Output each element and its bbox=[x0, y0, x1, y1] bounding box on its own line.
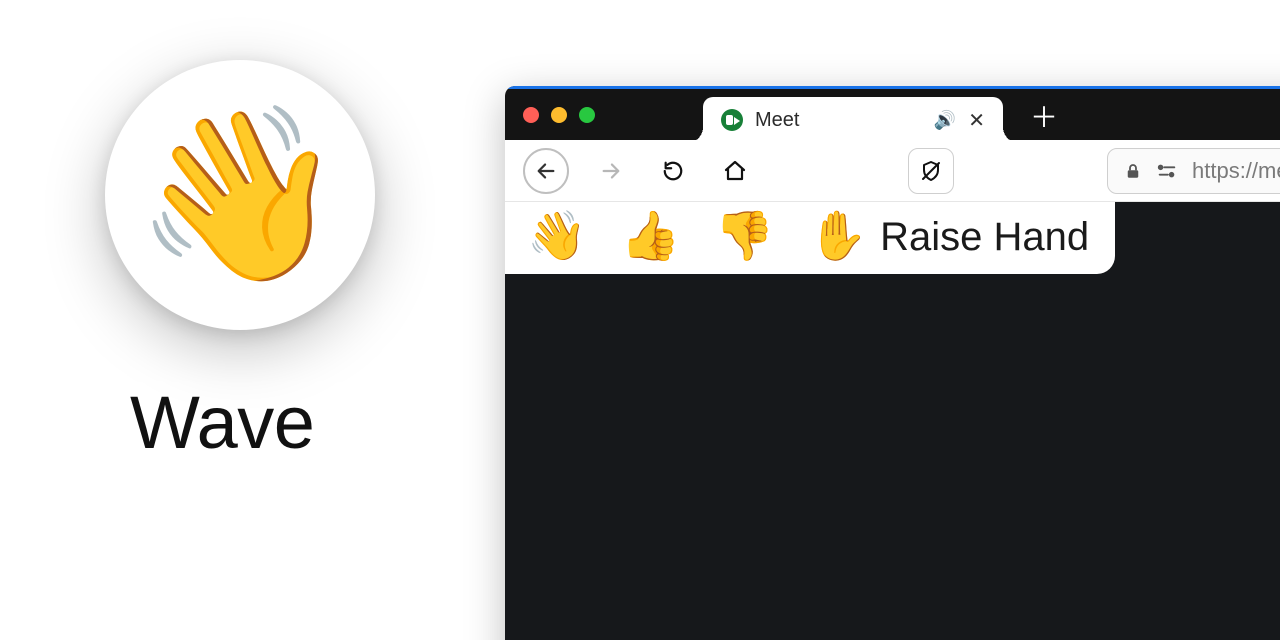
home-icon bbox=[723, 159, 747, 183]
permissions-icon bbox=[1156, 162, 1178, 180]
tab-title: Meet bbox=[755, 109, 922, 132]
wave-emoji-icon: 👋 bbox=[134, 110, 346, 280]
raise-hand-label: Raise Hand bbox=[880, 215, 1089, 260]
tracking-protection-button[interactable] bbox=[908, 148, 954, 194]
tab-strip: Meet 🔊 ✕ ＋ bbox=[505, 86, 1280, 140]
new-tab-button[interactable]: ＋ bbox=[1021, 89, 1067, 143]
lock-icon bbox=[1124, 162, 1142, 180]
reaction-toolbar: 👋 👍 👎 ✋ Raise Hand bbox=[505, 202, 1115, 274]
minimize-window-button[interactable] bbox=[551, 107, 567, 123]
arrow-right-icon bbox=[600, 160, 622, 182]
tab-close-icon[interactable]: ✕ bbox=[968, 108, 985, 133]
browser-window: Meet 🔊 ✕ ＋ bbox=[505, 86, 1280, 640]
wave-reaction-button[interactable]: 👋 bbox=[527, 213, 587, 261]
close-window-button[interactable] bbox=[523, 107, 539, 123]
url-text: https://meet bbox=[1192, 158, 1280, 184]
back-button[interactable] bbox=[523, 148, 569, 194]
raise-hand-button[interactable]: ✋ Raise Hand bbox=[808, 213, 1089, 261]
arrow-left-icon bbox=[535, 160, 557, 182]
app-logo-circle: 👋 bbox=[105, 60, 375, 330]
reload-button[interactable] bbox=[653, 151, 693, 191]
url-bar[interactable]: https://meet bbox=[1107, 148, 1280, 194]
navigation-bar: https://meet bbox=[505, 140, 1280, 202]
home-button[interactable] bbox=[715, 151, 755, 191]
forward-button[interactable] bbox=[591, 151, 631, 191]
tab-audio-icon[interactable]: 🔊 bbox=[934, 110, 956, 131]
reload-icon bbox=[662, 160, 684, 182]
raised-hand-icon: ✋ bbox=[808, 213, 868, 261]
shield-slash-icon bbox=[919, 159, 943, 183]
thumbs-down-reaction-button[interactable]: 👎 bbox=[715, 213, 775, 261]
thumbs-up-reaction-button[interactable]: 👍 bbox=[621, 213, 681, 261]
maximize-window-button[interactable] bbox=[579, 107, 595, 123]
macos-window-controls bbox=[505, 89, 613, 140]
meet-favicon-icon bbox=[721, 109, 743, 131]
app-title: Wave bbox=[130, 380, 314, 465]
tab-meet[interactable]: Meet 🔊 ✕ bbox=[703, 97, 1003, 143]
